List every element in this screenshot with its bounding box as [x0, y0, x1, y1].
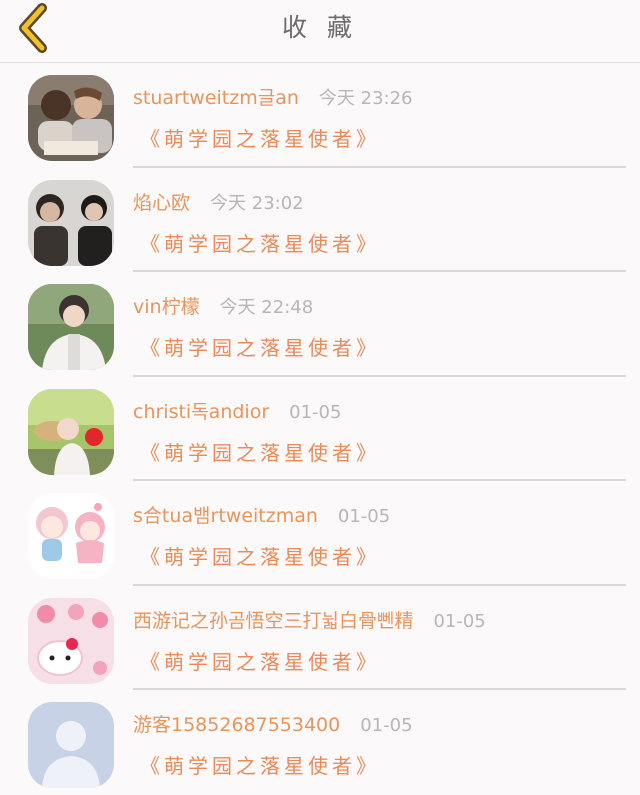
- timestamp: 今天 23:26: [318, 88, 413, 109]
- avatar[interactable]: [28, 702, 114, 788]
- username[interactable]: christi독andior: [133, 401, 269, 423]
- favorites-list: stuartweitzm글an 今天 23:26 《萌学园之落星使者》 焰心欧 今天…: [0, 63, 640, 795]
- timestamp: 01-05: [337, 506, 391, 527]
- username[interactable]: 西游记之孙곰悟空三打뉣白骨뻰精: [133, 610, 413, 632]
- timestamp: 今天 22:48: [219, 297, 314, 318]
- timestamp: 01-05: [360, 715, 413, 736]
- timestamp: 今天 23:02: [210, 192, 304, 214]
- book-title-link[interactable]: 《萌学园之落星使者》: [140, 541, 380, 570]
- book-title-link[interactable]: 《萌学园之落星使者》: [140, 123, 380, 152]
- list-item[interactable]: stuartweitzm글an 今天 23:26 《萌学园之落星使者》: [0, 63, 640, 168]
- list-item[interactable]: christi독andior 01-05 《萌学园之落星使者》: [0, 377, 640, 481]
- timestamp: 01-05: [433, 610, 486, 632]
- list-item[interactable]: vin柠檬 今天 22:48 《萌学园之落星使者》: [0, 272, 640, 377]
- avatar[interactable]: [28, 75, 114, 161]
- username[interactable]: vin柠檬: [133, 296, 200, 318]
- username[interactable]: s合tua뱀rtweitzman: [133, 505, 318, 527]
- list-item[interactable]: s合tua뱀rtweitzman 01-05 《萌学园之落星使者》: [0, 481, 640, 586]
- book-title-link[interactable]: 《萌学园之落星使者》: [140, 332, 380, 361]
- book-title-link[interactable]: 《萌学园之落星使者》: [140, 437, 380, 466]
- list-item[interactable]: 焰心欧 今天 23:02 《萌学园之落星使者》: [0, 168, 640, 272]
- book-title-link[interactable]: 《萌学园之落星使者》: [140, 228, 380, 257]
- avatar[interactable]: [28, 597, 114, 684]
- default-user-icon: [28, 702, 114, 788]
- username[interactable]: stuartweitzm글an: [133, 87, 299, 109]
- timestamp: 01-05: [289, 401, 342, 423]
- username[interactable]: 焰心欧: [133, 192, 190, 214]
- page-title: 收 藏: [282, 13, 358, 42]
- list-item[interactable]: 游客15852687553400 01-05 《萌学园之落星使者》: [0, 690, 640, 795]
- avatar[interactable]: [28, 493, 114, 579]
- top-bar: 收 藏: [0, 0, 640, 63]
- book-title-link[interactable]: 《萌学园之落星使者》: [140, 646, 380, 675]
- list-item[interactable]: 西游记之孙곰悟空三打뉣白骨뻰精 01-05 《萌学园之落星使者》: [0, 586, 640, 690]
- book-title-link[interactable]: 《萌学园之落星使者》: [140, 750, 380, 779]
- avatar[interactable]: [28, 388, 114, 475]
- avatar[interactable]: [28, 284, 114, 370]
- username[interactable]: 游客15852687553400: [133, 714, 340, 736]
- avatar[interactable]: [28, 179, 114, 266]
